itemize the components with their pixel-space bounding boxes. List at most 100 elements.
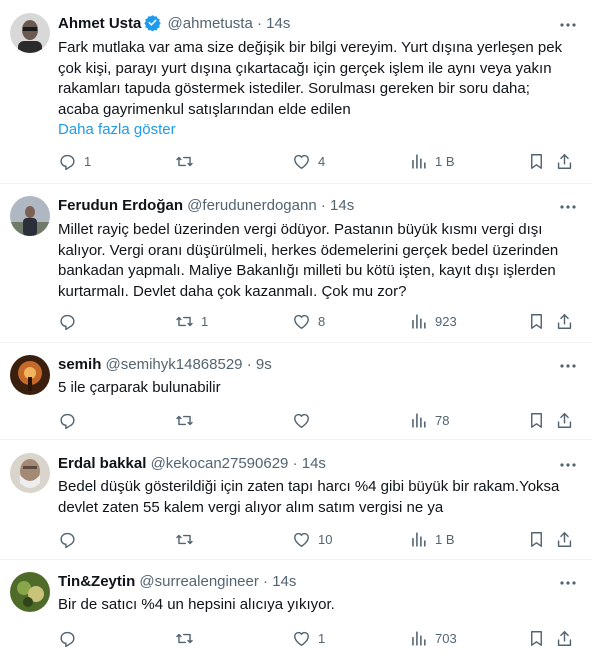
display-name[interactable]: Ahmet Usta bbox=[58, 15, 141, 32]
views-button[interactable]: 78 bbox=[409, 410, 449, 430]
like-button[interactable]: 8 bbox=[292, 311, 325, 331]
like-button[interactable] bbox=[292, 410, 318, 430]
tweet-actions: 1 8 923 bbox=[0, 311, 592, 331]
views-icon bbox=[412, 313, 426, 329]
timestamp[interactable]: 14s bbox=[330, 197, 354, 214]
reply-button[interactable] bbox=[58, 311, 84, 331]
tweet[interactable]: Erdal bakkal @kekocan27590629 · 14s Bede… bbox=[0, 440, 592, 560]
views-icon bbox=[412, 531, 426, 547]
share-button[interactable] bbox=[555, 151, 574, 171]
tweet-line: devlet zaten 55 kalem vergi alıyor alım … bbox=[58, 498, 444, 516]
bookmark-button[interactable] bbox=[527, 311, 546, 331]
reply-icon bbox=[60, 413, 75, 429]
reply-icon bbox=[60, 631, 75, 647]
views-button[interactable]: 703 bbox=[409, 628, 457, 648]
share-button[interactable] bbox=[555, 628, 574, 648]
handle[interactable]: @ferudunerdogann bbox=[187, 197, 317, 214]
timestamp[interactable]: 14s bbox=[266, 15, 290, 32]
views-count: 1 B bbox=[435, 531, 455, 547]
reply-button[interactable] bbox=[58, 628, 84, 648]
display-name[interactable]: Erdal bakkal bbox=[58, 455, 146, 472]
views-icon bbox=[412, 412, 426, 428]
reply-icon bbox=[60, 314, 75, 330]
like-count: 4 bbox=[318, 153, 326, 169]
views-icon bbox=[412, 630, 426, 646]
like-icon bbox=[294, 532, 309, 547]
share-icon bbox=[557, 630, 572, 646]
bookmark-button[interactable] bbox=[527, 410, 546, 430]
timestamp[interactable]: 14s bbox=[272, 573, 296, 590]
display-name[interactable]: Tin&Zeytin bbox=[58, 573, 135, 590]
views-icon bbox=[412, 153, 426, 169]
handle[interactable]: @ahmetusta bbox=[168, 15, 253, 32]
bookmark-icon bbox=[531, 412, 542, 428]
bookmark-icon bbox=[531, 531, 542, 547]
like-button[interactable]: 10 bbox=[292, 529, 332, 549]
more-icon[interactable] bbox=[558, 15, 578, 35]
share-button[interactable] bbox=[555, 410, 574, 430]
retweet-icon bbox=[176, 316, 193, 326]
share-icon bbox=[557, 153, 572, 169]
retweet-icon bbox=[176, 415, 193, 425]
like-icon bbox=[294, 631, 309, 646]
tweet[interactable]: semih @semihyk14868529 · 9s 5 ile çarpar… bbox=[0, 343, 592, 440]
like-icon bbox=[294, 154, 309, 169]
handle[interactable]: @surrealengineer bbox=[139, 573, 258, 590]
views-count: 923 bbox=[435, 313, 457, 329]
like-button[interactable]: 4 bbox=[292, 151, 325, 171]
tweet-line: 5 ile çarparak bulunabilir bbox=[58, 379, 221, 396]
handle[interactable]: @semihyk14868529 bbox=[106, 356, 243, 373]
retweet-button[interactable] bbox=[175, 529, 201, 549]
timestamp[interactable]: 9s bbox=[256, 356, 272, 373]
tweet-text: Bir de satıcı %4 un hepsini alıcıya yıkı… bbox=[58, 595, 576, 616]
more-icon[interactable] bbox=[558, 197, 578, 217]
views-button[interactable]: 923 bbox=[409, 311, 457, 331]
tweet-line: rakamları tapuda göstermek istediler. So… bbox=[58, 80, 530, 98]
bookmark-button[interactable] bbox=[527, 529, 546, 549]
more-icon[interactable] bbox=[558, 356, 578, 376]
avatar[interactable] bbox=[10, 572, 50, 612]
reply-count: 1 bbox=[84, 153, 92, 169]
retweet-button[interactable] bbox=[175, 410, 201, 430]
tweet-header: semih @semihyk14868529 · 9s bbox=[58, 355, 552, 375]
more-icon[interactable] bbox=[558, 455, 578, 475]
timestamp[interactable]: 14s bbox=[302, 455, 326, 472]
reply-button[interactable] bbox=[58, 529, 84, 549]
like-button[interactable]: 1 bbox=[292, 628, 325, 648]
bookmark-button[interactable] bbox=[527, 151, 546, 171]
reply-button[interactable] bbox=[58, 410, 84, 430]
tweet-line: bankadan yapmalı. Maliye Bakanlığı mille… bbox=[58, 262, 556, 280]
retweet-button[interactable] bbox=[175, 628, 201, 648]
separator: · bbox=[263, 573, 269, 590]
tweet[interactable]: Ahmet Usta @ahmetusta · 14s Fark mutlaka… bbox=[0, 0, 592, 184]
tweet-text: Fark mutlaka var ama size değişik bir bi… bbox=[58, 38, 576, 141]
show-more-link[interactable]: Daha fazla göster bbox=[58, 120, 576, 141]
avatar[interactable] bbox=[10, 196, 50, 236]
like-count: 10 bbox=[318, 531, 333, 547]
avatar[interactable] bbox=[10, 453, 50, 493]
separator: · bbox=[320, 197, 326, 214]
share-button[interactable] bbox=[555, 311, 574, 331]
display-name[interactable]: semih bbox=[58, 356, 101, 373]
reply-icon bbox=[60, 532, 75, 548]
tweet-line: Fark mutlaka var ama size değişik bir bi… bbox=[58, 39, 563, 56]
share-button[interactable] bbox=[555, 529, 574, 549]
reply-button[interactable]: 1 bbox=[58, 151, 91, 171]
like-count: 1 bbox=[318, 630, 326, 646]
retweet-button[interactable] bbox=[175, 151, 201, 171]
bookmark-button[interactable] bbox=[527, 628, 546, 648]
tweet-line: acaba gayrimenkul satışlarından elde edi… bbox=[58, 100, 351, 118]
views-button[interactable]: 1 B bbox=[409, 151, 455, 171]
retweet-count: 1 bbox=[201, 313, 209, 329]
handle[interactable]: @kekocan27590629 bbox=[151, 455, 289, 472]
avatar[interactable] bbox=[10, 13, 50, 53]
retweet-button[interactable]: 1 bbox=[175, 311, 208, 331]
separator: · bbox=[246, 356, 252, 373]
avatar[interactable] bbox=[10, 355, 50, 395]
display-name[interactable]: Ferudun Erdoğan bbox=[58, 197, 183, 214]
share-icon bbox=[557, 412, 572, 428]
more-icon[interactable] bbox=[558, 573, 578, 593]
tweet[interactable]: Ferudun Erdoğan @ferudunerdogann · 14s M… bbox=[0, 184, 592, 343]
views-button[interactable]: 1 B bbox=[409, 529, 455, 549]
tweet[interactable]: Tin&Zeytin @surrealengineer · 14s Bir de… bbox=[0, 560, 592, 663]
